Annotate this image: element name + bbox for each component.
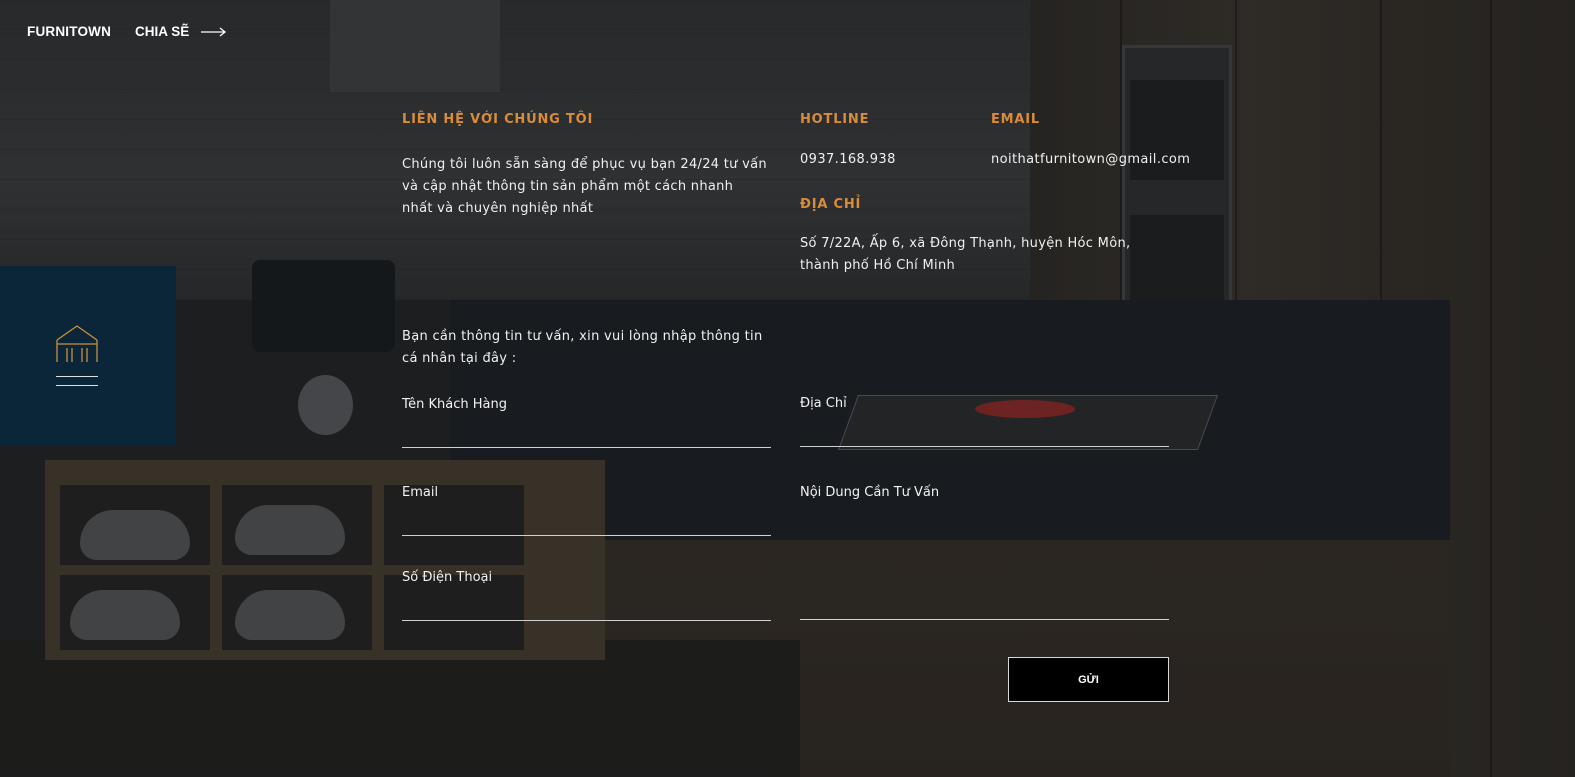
email-address: noithatfurnitown@gmail.com: [991, 152, 1191, 167]
consult-content-textarea[interactable]: [800, 509, 1169, 615]
email-label: Email: [402, 485, 439, 500]
address-label: Địa Chỉ: [800, 396, 847, 411]
name-field: Tên Khách Hàng: [402, 397, 771, 449]
phone-label: Số Điện Thoại: [402, 570, 493, 585]
hotline-heading: HOTLINE: [800, 112, 870, 127]
contact-intro: Chúng tôi luôn sẵn sàng để phục vụ bạn 2…: [402, 157, 767, 216]
form-prompt: Bạn cần thông tin tư vấn, xin vui lòng n…: [402, 329, 763, 366]
address-heading: ĐỊA CHỈ: [800, 197, 862, 212]
email-heading: EMAIL: [991, 112, 1040, 127]
address-field: Địa Chỉ: [800, 396, 1169, 448]
contact-heading: LIÊN HỆ VỚI CHÚNG TÔI: [402, 112, 594, 127]
submit-button[interactable]: GỬI: [1008, 657, 1169, 702]
consult-content-field: Nội Dung Cần Tư Vấn: [800, 485, 1169, 621]
phone-input[interactable]: [402, 594, 771, 618]
name-input[interactable]: [402, 421, 771, 445]
hotline-number: 0937.168.938: [800, 152, 896, 167]
email-input[interactable]: [402, 509, 771, 533]
phone-field: Số Điện Thoại: [402, 570, 771, 622]
name-label: Tên Khách Hàng: [402, 397, 507, 412]
address-text: Số 7/22A, Ấp 6, xã Đông Thạnh, huyện Hóc…: [800, 236, 1131, 273]
contact-section: LIÊN HỆ VỚI CHÚNG TÔI Chúng tôi luôn sẵn…: [0, 0, 1575, 777]
email-field: Email: [402, 485, 771, 537]
address-input[interactable]: [800, 420, 1169, 444]
consult-content-label: Nội Dung Cần Tư Vấn: [800, 485, 940, 500]
